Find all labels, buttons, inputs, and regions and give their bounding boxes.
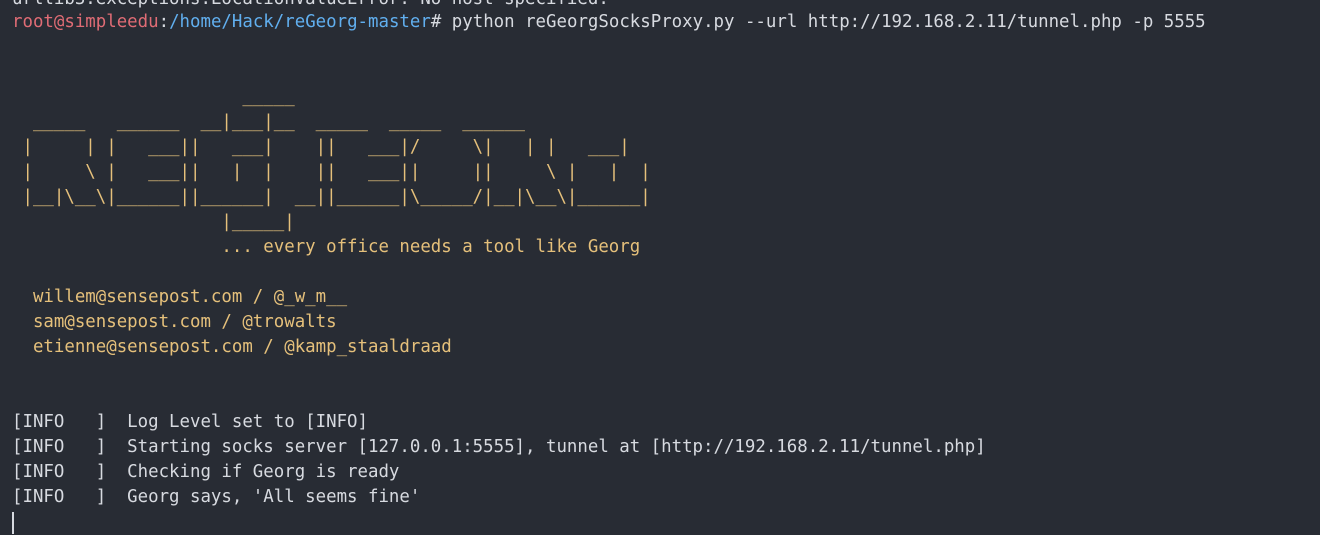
prompt-line: root@simpleedu:/home/Hack/reGeorg-master… [12,10,1206,35]
text-cursor [12,512,14,534]
log-line: [INFO ] Log Level set to [INFO] [12,412,368,432]
terminal-window[interactable]: urllib3.exceptions.LocationValueError: N… [0,0,1320,535]
log-line: [INFO ] Starting socks server [127.0.0.1… [12,437,986,457]
log-line: [INFO ] Checking if Georg is ready [12,462,400,482]
credit-line: sam@sensepost.com / @trowalts [12,312,337,332]
credit-line: etienne@sensepost.com / @kamp_staaldraad [12,337,452,357]
log-line: [INFO ] Georg says, 'All seems fine' [12,487,421,507]
prompt-path: /home/Hack/reGeorg-master [169,12,431,32]
prompt-symbol: # [430,12,442,32]
credit-line: willem@sensepost.com / @_w_m__ [12,287,348,307]
prompt-user-host: root@simpleedu [12,12,159,32]
command-text: python reGeorgSocksProxy.py --url http:/… [441,12,1206,32]
prompt-separator: : [158,12,170,32]
regeorg-ascii-banner: _____ _____ ______ __|___|__ _____ _____… [22,87,651,257]
